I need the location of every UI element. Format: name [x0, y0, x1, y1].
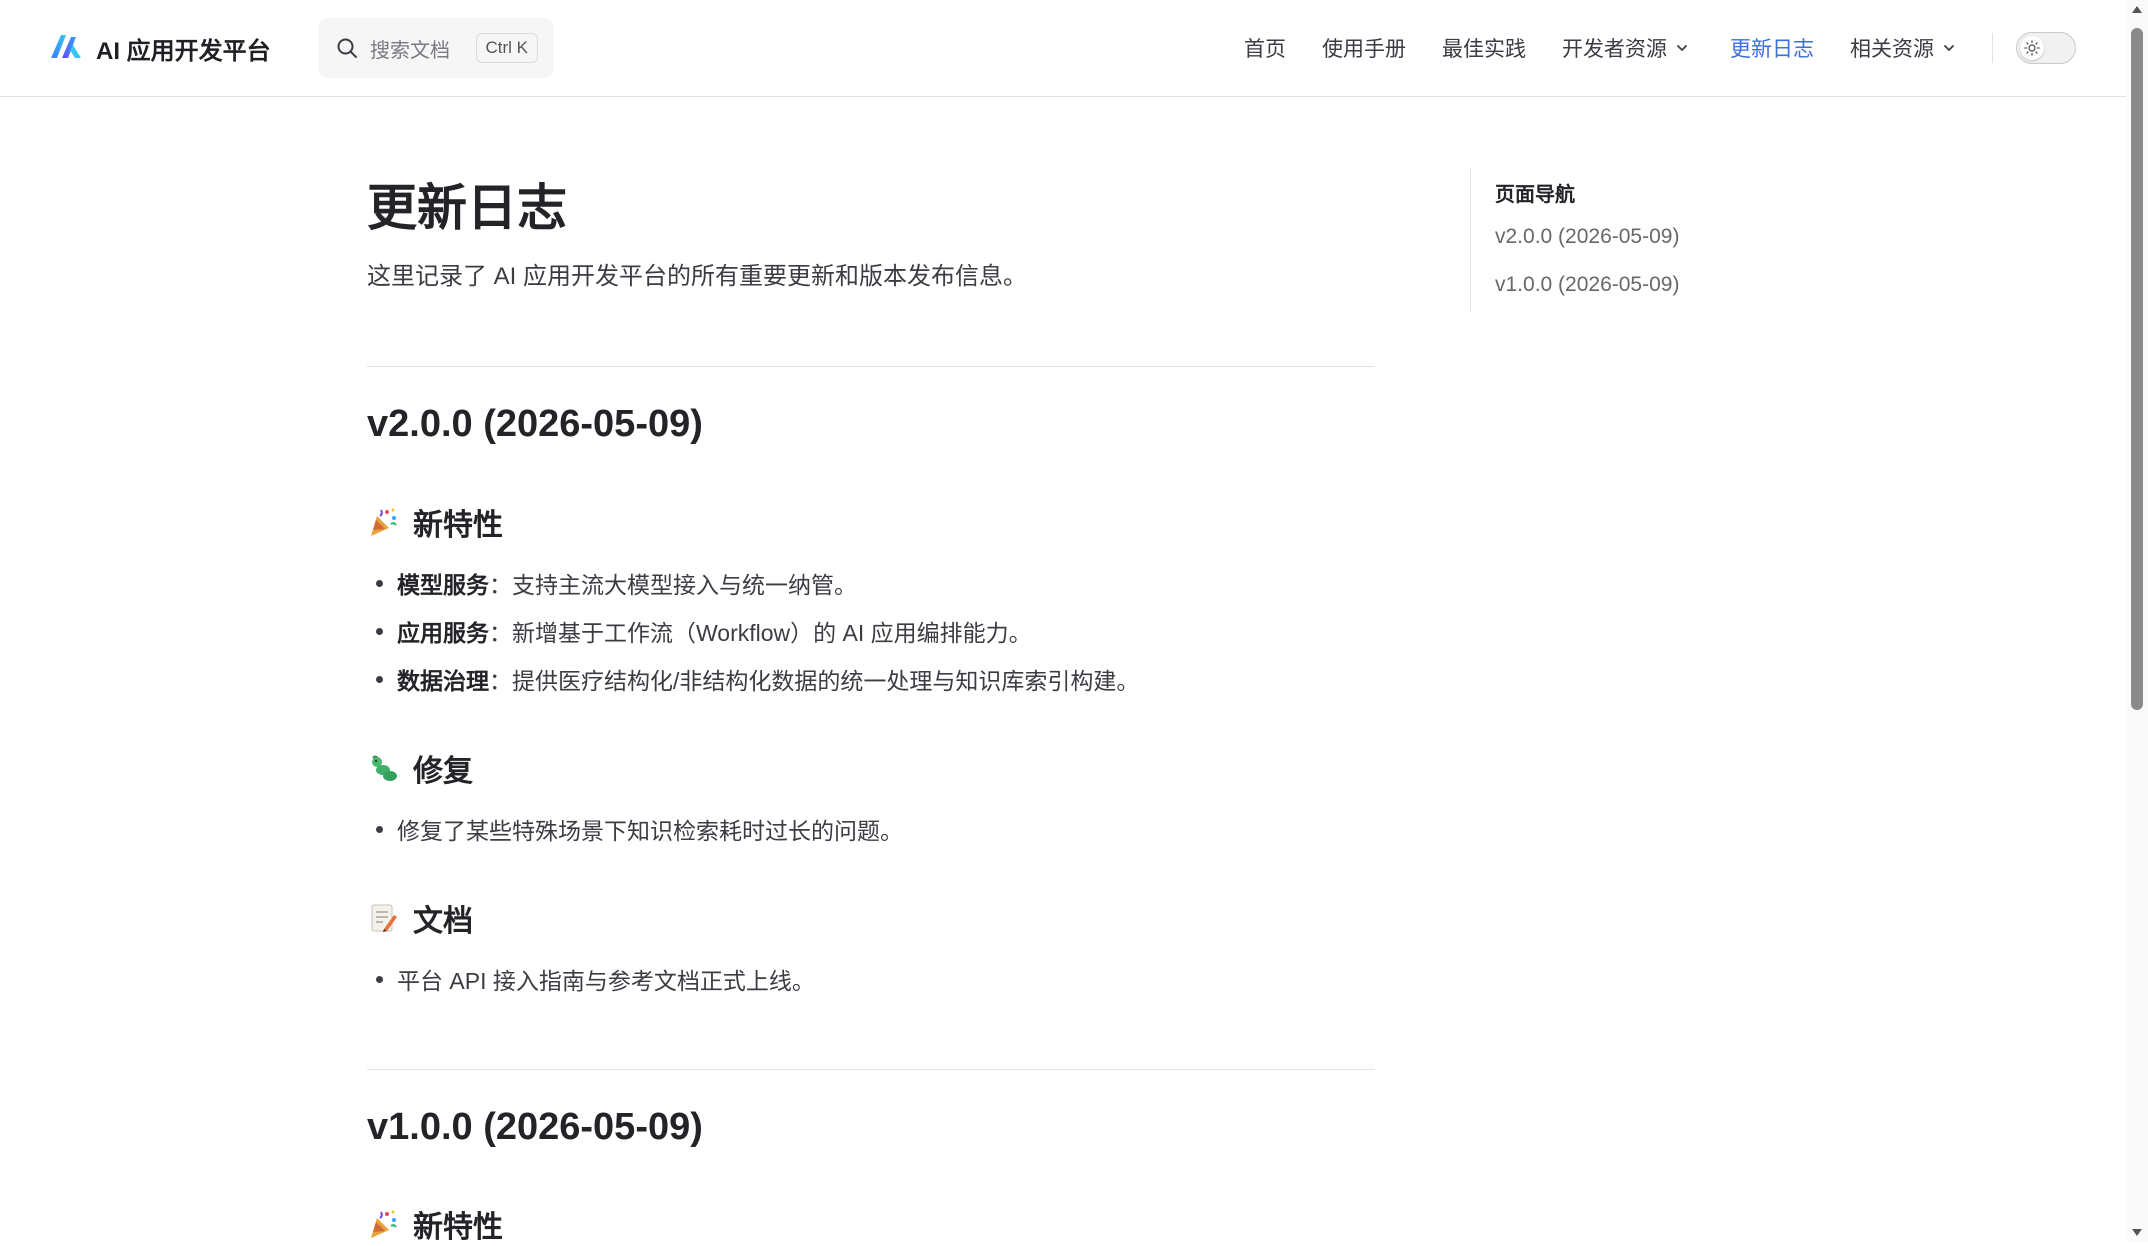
nav-item-label: 更新日志 — [1730, 38, 1814, 61]
section-heading-docs[interactable]: 文档 — [367, 896, 473, 940]
search-shortcut-key: Ctrl K — [475, 33, 538, 63]
nav-item-changelog[interactable]: 更新日志 — [1730, 32, 1814, 64]
nav-item-label: 首页 — [1244, 38, 1286, 61]
item-text: ：提供医疗结构化/非结构化数据的统一处理与知识库索引构建。 — [489, 668, 1140, 694]
outline-link[interactable]: v2.0.0 (2026-05-09) — [1495, 225, 1679, 249]
divider — [367, 366, 1375, 367]
vertical-scrollbar[interactable] — [2126, 0, 2148, 1242]
page-outline: 页面导航 v2.0.0 (2026-05-09) v1.0.0 (2026-05… — [1470, 168, 1771, 312]
section-heading-text: 新特性 — [413, 509, 503, 542]
theme-toggle[interactable] — [2016, 32, 2076, 64]
release-heading[interactable]: v1.0.0 (2026-05-09) — [367, 1106, 703, 1149]
item-label: 数据治理 — [397, 668, 489, 694]
top-nav-bar: AI 应用开发平台 搜索文档 Ctrl K 首页 使用手册 最佳实践 开发者资源… — [0, 0, 2126, 97]
brand-title: AI 应用开发平台 — [96, 37, 271, 65]
scrollbar-thumb[interactable] — [2131, 28, 2143, 710]
nav-item-related-resources[interactable]: 相关资源 — [1850, 32, 1956, 64]
item-text: 修复了某些特殊场景下知识检索耗时过长的问题。 — [397, 818, 903, 844]
section-heading-text: 新特性 — [413, 1211, 503, 1244]
page-title: 更新日志 — [367, 180, 567, 236]
bullet — [376, 825, 383, 833]
page-lead: 这里记录了 AI 应用开发平台的所有重要更新和版本发布信息。 — [367, 263, 1028, 290]
outline-link[interactable]: v1.0.0 (2026-05-09) — [1495, 273, 1679, 297]
nav-item-label: 开发者资源 — [1562, 38, 1667, 61]
search-placeholder: 搜索文档 — [370, 39, 450, 62]
release-heading[interactable]: v2.0.0 (2026-05-09) — [367, 403, 703, 446]
scroll-up-arrow-icon[interactable] — [2132, 6, 2142, 13]
list-item: 应用服务 ：新增基于工作流（Workflow）的 AI 应用编排能力。 — [367, 614, 1032, 648]
chevron-down-icon — [1944, 45, 1954, 51]
logo-icon — [50, 33, 82, 64]
bullet — [376, 975, 383, 983]
section-heading-text: 修复 — [413, 755, 473, 788]
party-popper-icon — [367, 506, 399, 538]
divider — [367, 1069, 1375, 1070]
item-label: 应用服务 — [397, 620, 489, 646]
search-icon — [336, 37, 358, 59]
bullet — [376, 627, 383, 635]
list-item: 平台 API 接入指南与参考文档正式上线。 — [367, 962, 815, 996]
item-text: 平台 API 接入指南与参考文档正式上线。 — [397, 968, 815, 994]
list-item: 模型服务 ：支持主流大模型接入与统一纳管。 — [367, 566, 857, 600]
section-heading-features[interactable]: 新特性 — [367, 500, 503, 544]
section-heading-fixes[interactable]: 修复 — [367, 746, 473, 790]
memo-icon — [367, 902, 399, 934]
nav-divider — [1992, 33, 1993, 63]
outline-title: 页面导航 — [1495, 184, 1575, 206]
sun-icon — [2024, 40, 2040, 56]
brand-link[interactable]: AI 应用开发平台 — [50, 30, 271, 66]
nav-item-developer-resources[interactable]: 开发者资源 — [1562, 32, 1689, 64]
nav-item-label: 使用手册 — [1322, 38, 1406, 61]
nav-item-label: 相关资源 — [1850, 38, 1934, 61]
scroll-down-arrow-icon[interactable] — [2132, 1229, 2142, 1236]
nav-item-label: 最佳实践 — [1442, 38, 1526, 61]
item-text: ：新增基于工作流（Workflow）的 AI 应用编排能力。 — [489, 620, 1032, 646]
list-item: 数据治理 ：提供医疗结构化/非结构化数据的统一处理与知识库索引构建。 — [367, 662, 1139, 696]
list-item: 修复了某些特殊场景下知识检索耗时过长的问题。 — [367, 812, 903, 846]
party-popper-icon — [367, 1208, 399, 1240]
nav-item-home[interactable]: 首页 — [1244, 32, 1286, 64]
item-text: ：支持主流大模型接入与统一纳管。 — [489, 572, 857, 598]
section-heading-text: 文档 — [413, 905, 473, 938]
bullet — [376, 675, 383, 683]
search-button[interactable]: 搜索文档 Ctrl K — [318, 18, 554, 78]
toggle-knob — [2020, 36, 2044, 60]
section-heading-features[interactable]: 新特性 — [367, 1202, 503, 1246]
chevron-down-icon — [1677, 45, 1687, 51]
item-label: 模型服务 — [397, 572, 489, 598]
nav-item-best-practices[interactable]: 最佳实践 — [1442, 32, 1526, 64]
nav-item-manual[interactable]: 使用手册 — [1322, 32, 1406, 64]
bullet — [376, 579, 383, 587]
bug-icon — [367, 752, 399, 784]
